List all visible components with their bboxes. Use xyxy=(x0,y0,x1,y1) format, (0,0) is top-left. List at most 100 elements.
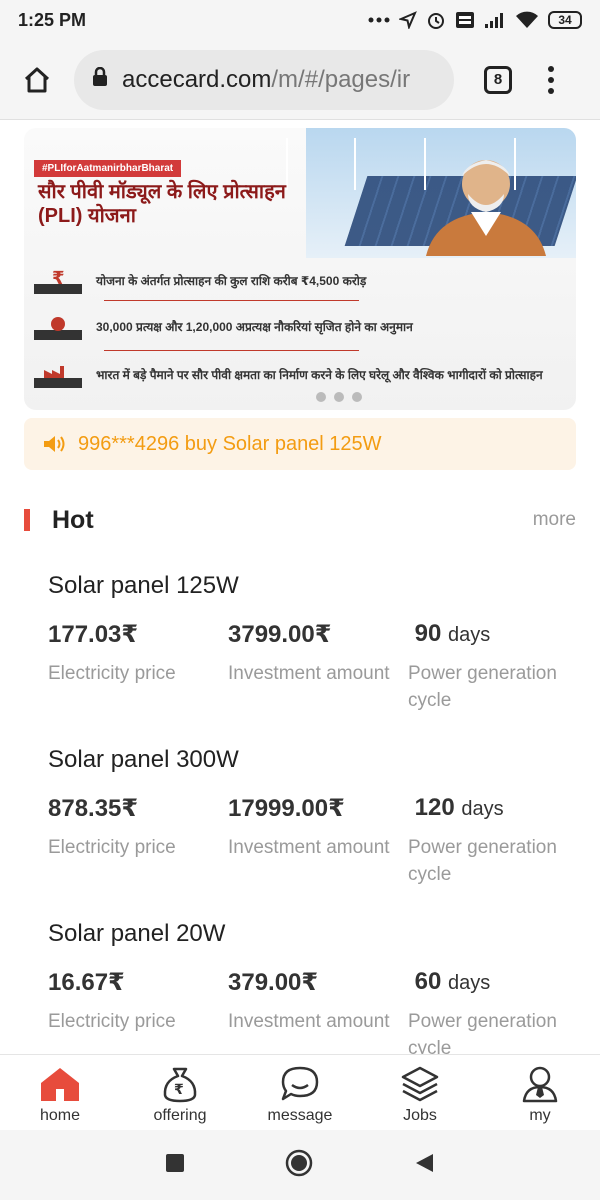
layers-icon xyxy=(401,1066,439,1102)
price-value: 177.03₹ xyxy=(48,621,139,648)
svg-text:₹: ₹ xyxy=(174,1082,184,1098)
url-text: accecard.com/m/#/pages/ir xyxy=(122,66,410,94)
section-accent-bar xyxy=(24,509,30,531)
product-card[interactable]: Solar panel 20W 16.67₹ Electricity price… xyxy=(48,920,588,1054)
price-label: Electricity price xyxy=(48,1011,176,1032)
cycle-value: 60 days xyxy=(408,968,588,1002)
home-icon xyxy=(41,1068,79,1101)
cycle-label: Power generation cycle xyxy=(408,837,557,885)
nav-tab-home[interactable]: home xyxy=(0,1055,120,1130)
page-content: #PLIforAatmanirbharBharat सौर पीवी मॉड्य… xyxy=(0,120,600,1054)
price-label: Electricity price xyxy=(48,837,176,858)
browser-home-button[interactable] xyxy=(0,65,74,95)
signal-icon xyxy=(484,11,506,29)
notice-text: 996***4296 buy Solar panel 125W xyxy=(78,432,382,455)
carousel-dot[interactable] xyxy=(334,392,344,402)
price-stat: 16.67₹ Electricity price xyxy=(48,968,228,1054)
cycle-stat: 60 days Power generation cycle xyxy=(408,968,588,1054)
bottom-navigation: home ₹ offering message Jobs my xyxy=(0,1054,600,1130)
cycle-stat: 90 days Power generation cycle xyxy=(408,620,588,714)
banner-divider xyxy=(104,350,359,351)
banner-item-text: भारत में बड़े पैमाने पर सौर पीवी क्षमता … xyxy=(96,368,543,382)
cycle-number: 60 xyxy=(414,968,442,995)
nav-tab-jobs[interactable]: Jobs xyxy=(360,1055,480,1130)
lock-icon xyxy=(92,66,108,92)
location-icon xyxy=(399,11,417,29)
cycle-unit: days xyxy=(448,624,491,646)
nav-tab-my[interactable]: my xyxy=(480,1055,600,1130)
product-card[interactable]: Solar panel 125W 177.03₹ Electricity pri… xyxy=(48,572,588,714)
leader-portrait xyxy=(426,160,546,256)
promo-banner[interactable]: #PLIforAatmanirbharBharat सौर पीवी मॉड्य… xyxy=(24,128,576,410)
investment-value: 3799.00₹ xyxy=(228,621,332,648)
banner-tagline: #PLIforAatmanirbharBharat xyxy=(34,160,182,177)
banner-headline: सौर पीवी मॉड्यूल के लिए प्रोत्साहन (PLI)… xyxy=(38,181,286,227)
browser-menu-button[interactable] xyxy=(548,65,554,94)
price-stat: 878.35₹ Electricity price xyxy=(48,794,228,888)
speaker-icon xyxy=(44,436,65,452)
wifi-icon xyxy=(515,11,539,29)
nav-tab-label: home xyxy=(39,1107,81,1124)
product-card[interactable]: Solar panel 300W 878.35₹ Electricity pri… xyxy=(48,746,588,888)
status-time: 1:25 PM xyxy=(18,9,87,30)
more-dots-icon xyxy=(368,16,390,24)
rupee-icon: ₹ xyxy=(34,268,82,294)
banner-divider xyxy=(104,300,359,301)
investment-label: Investment amount xyxy=(228,663,390,684)
price-value: 16.67₹ xyxy=(48,969,125,996)
svg-text:₹: ₹ xyxy=(52,268,65,289)
back-button[interactable] xyxy=(413,1152,435,1179)
address-bar[interactable]: accecard.com/m/#/pages/ir xyxy=(74,49,454,110)
product-stats: 878.35₹ Electricity price 17999.00₹ Inve… xyxy=(48,794,588,888)
status-icons: 34 xyxy=(368,10,582,30)
banner-item: भारत में बड़े पैमाने पर सौर पीवी क्षमता … xyxy=(34,362,574,388)
nav-tab-offering[interactable]: ₹ offering xyxy=(120,1055,240,1130)
investment-stat: 379.00₹ Investment amount xyxy=(228,968,408,1054)
investment-value: 379.00₹ xyxy=(228,969,319,996)
price-label: Electricity price xyxy=(48,663,176,684)
product-stats: 16.67₹ Electricity price 379.00₹ Investm… xyxy=(48,968,588,1054)
worker-icon xyxy=(34,317,82,340)
banner-item-text: योजना के अंतर्गत प्रोत्साहन की कुल राशि … xyxy=(96,274,367,288)
cycle-stat: 120 days Power generation cycle xyxy=(408,794,588,888)
status-bar: 1:25 PM 34 xyxy=(0,0,600,40)
tab-switcher-button[interactable]: 8 xyxy=(484,65,512,94)
square-icon xyxy=(166,1153,184,1172)
menu-dot xyxy=(548,65,554,72)
carousel-dot[interactable] xyxy=(352,392,362,402)
battery-icon: 34 xyxy=(548,11,582,29)
wind-turbine-icon xyxy=(354,138,356,190)
investment-stat: 17999.00₹ Investment amount xyxy=(228,794,408,888)
menu-dot xyxy=(548,76,554,83)
banner-item: ₹ योजना के अंतर्गत प्रोत्साहन की कुल राश… xyxy=(34,268,574,294)
banner-item-text: 30,000 प्रत्यक्ष और 1,20,000 अप्रत्यक्ष … xyxy=(96,320,413,334)
carousel-dot[interactable] xyxy=(316,392,326,402)
investment-stat: 3799.00₹ Investment amount xyxy=(228,620,408,714)
recents-button[interactable] xyxy=(165,1153,185,1178)
investment-label: Investment amount xyxy=(228,837,390,858)
cycle-number: 120 xyxy=(414,794,455,821)
banner-item: 30,000 प्रत्यक्ष और 1,20,000 अप्रत्यक्ष … xyxy=(34,314,574,340)
person-icon xyxy=(522,1066,558,1103)
carousel-dots[interactable] xyxy=(316,392,362,402)
hot-section-header: Hot more xyxy=(24,500,576,540)
system-home-button[interactable] xyxy=(285,1149,313,1182)
menu-dot xyxy=(548,87,554,94)
money-bag-icon: ₹ xyxy=(163,1067,197,1103)
cycle-label: Power generation cycle xyxy=(408,663,557,711)
nav-tab-label: message xyxy=(267,1107,333,1124)
factory-icon xyxy=(34,366,82,388)
url-path: /m/#/pages/ir xyxy=(271,65,411,93)
cycle-value: 120 days xyxy=(408,794,588,828)
cycle-label: Power generation cycle xyxy=(408,1011,557,1054)
price-value: 878.35₹ xyxy=(48,795,139,822)
price-stat: 177.03₹ Electricity price xyxy=(48,620,228,714)
section-title: Hot xyxy=(52,505,94,534)
home-outline-icon xyxy=(24,67,50,92)
chat-bubble-icon xyxy=(281,1066,319,1101)
nav-tab-message[interactable]: message xyxy=(240,1055,360,1130)
more-link[interactable]: more xyxy=(533,509,576,531)
browser-toolbar: accecard.com/m/#/pages/ir 8 xyxy=(0,40,600,120)
nav-tab-label: offering xyxy=(153,1107,207,1124)
circle-icon xyxy=(285,1149,313,1176)
